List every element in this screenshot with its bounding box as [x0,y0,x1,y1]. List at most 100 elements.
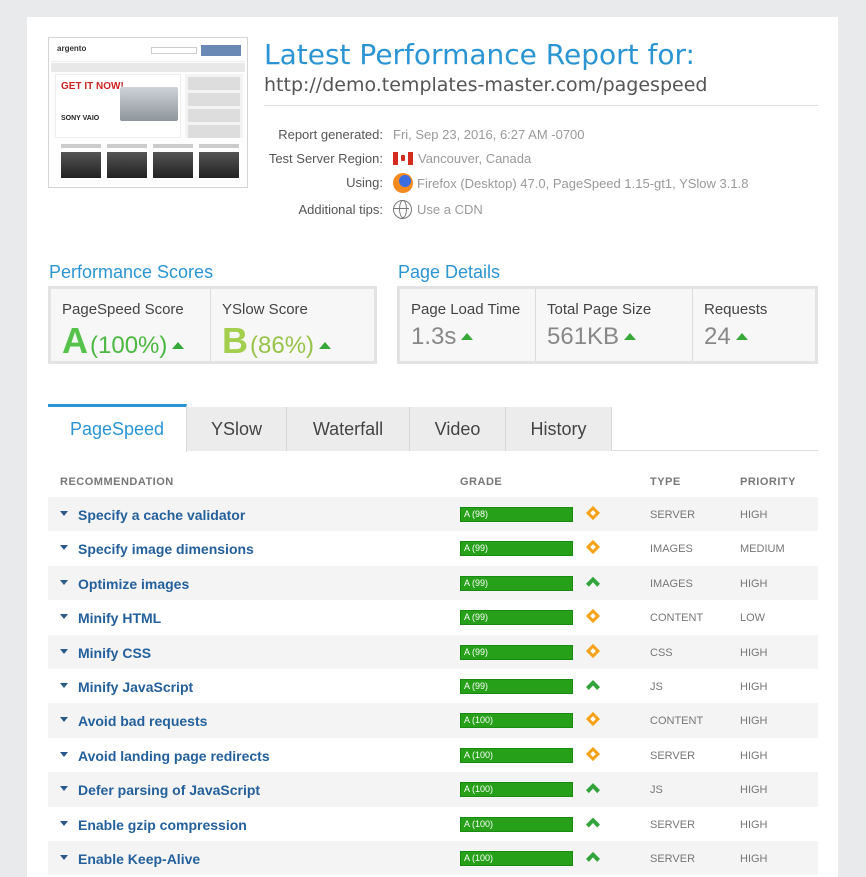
meta-additional-tips: Additional tips: Use a CDN [298,200,483,219]
expand-caret-icon[interactable] [60,648,68,654]
pagespeed-score: PageSpeed Score A (100%) [51,289,211,361]
up-arrow-icon [319,342,332,349]
recommendation-name[interactable]: Specify a cache validator [78,507,245,523]
expand-caret-icon[interactable] [60,820,68,826]
expand-caret-icon[interactable] [60,511,68,516]
thumbnail-brand-text: SONY VAIO [61,115,100,122]
warning-diamond-icon [585,609,601,624]
thumbnail-logo: argento [57,44,87,53]
recommendation-priority: HIGH [740,509,768,521]
recommendation-priority: HIGH [740,715,768,728]
requests: Requests 24 [693,289,815,361]
recommendation-name[interactable]: Enable Keep-Alive [78,851,200,867]
recommendation-type: JS [650,784,663,797]
grade-bar: A (99) [460,610,573,626]
recommendation-priority: HIGH [740,577,768,590]
header-recommendation[interactable]: RECOMMENDATION [60,476,174,488]
table-row[interactable]: Specify image dimensions A (99) IMAGES MEDI… [48,531,818,566]
up-arrow-icon [735,333,748,340]
up-arrow-icon [461,333,474,340]
recommendation-priority: HIGH [740,680,768,693]
expand-caret-icon[interactable] [60,545,68,551]
site-screenshot-thumbnail[interactable]: argento GET IT NOW! SONY VAIO [48,37,248,188]
cdn-tip-link[interactable]: Use a CDN [417,202,483,217]
up-chevron-icon [586,852,600,862]
tab-video[interactable]: Video [410,407,506,451]
recommendation-priority: HIGH [740,646,768,659]
table-row[interactable]: Enable Keep-Alive A (100) SERVER HIGH [48,840,818,876]
page-details-title: Page Details [398,262,501,282]
warning-diamond-icon [585,505,601,521]
grade-bar: A (100) [460,816,573,832]
tab-history[interactable]: History [506,407,612,451]
grade-bar: A (100) [460,713,573,729]
header-type[interactable]: TYPE [650,476,681,488]
firefox-icon [393,173,413,193]
recommendation-name[interactable]: Specify image dimensions [78,541,254,557]
expand-caret-icon[interactable] [60,786,68,792]
tab-yslow[interactable]: YSlow [187,407,287,451]
table-header: RECOMMENDATION GRADE TYPE PRIORITY [48,466,818,496]
expand-caret-icon[interactable] [60,717,68,723]
table-row[interactable]: Defer parsing of JavaScript A (100) JS HIGH [48,772,818,807]
thumbnail-banner-text: GET IT NOW! [61,81,124,92]
yslow-grade: B [222,320,248,361]
table-row[interactable]: Optimize images A (99) IMAGES HIGH [48,565,818,601]
performance-scores-title: Performance Scores [49,262,214,282]
recommendation-name[interactable]: Minify HTML [78,610,161,626]
meta-report-generated: Report generated: Fri, Sep 23, 2016, 6:2… [278,127,585,142]
grade-bar: A (100) [460,782,573,798]
expand-caret-icon[interactable] [60,682,68,688]
total-page-size: Total Page Size 561KB [536,289,693,361]
up-arrow-icon [624,333,637,340]
recommendation-name[interactable]: Enable gzip compression [78,817,247,833]
expand-caret-icon[interactable] [60,751,68,757]
grade-bar: A (100) [460,850,573,866]
grade-bar: A (99) [460,644,573,660]
warning-diamond-icon [585,643,601,658]
table-row[interactable]: Avoid bad requests A (100) CONTENT HIGH [48,703,818,738]
recommendation-type: JS [650,680,663,693]
tab-pagespeed[interactable]: PageSpeed [48,404,187,452]
recommendation-name[interactable]: Defer parsing of JavaScript [78,782,260,798]
recommendation-name[interactable]: Avoid bad requests [78,713,207,729]
recommendation-type: SERVER [650,509,696,521]
recommendation-type: SERVER [650,852,696,865]
canada-flag-icon [393,152,413,165]
meta-test-region: Test Server Region: Vancouver, Canada [268,151,532,166]
recommendation-type: IMAGES [650,543,693,556]
grade-bar: A (99) [460,575,573,591]
recommendation-name[interactable]: Avoid landing page redirects [78,748,270,764]
table-row[interactable]: Avoid landing page redirects A (100) SERVE… [48,737,818,773]
expand-caret-icon[interactable] [60,854,68,860]
report-tabs: PageSpeed YSlow Waterfall Video History [48,404,818,452]
up-chevron-icon [586,680,600,690]
expand-caret-icon[interactable] [60,614,68,620]
table-row[interactable]: Minify HTML A (99) CONTENT LOW [48,600,818,635]
yslow-score: YSlow Score B (86%) [211,289,374,361]
up-chevron-icon [586,577,600,587]
recommendation-priority: MEDIUM [740,543,785,556]
up-arrow-icon [172,342,185,349]
report-url: http://demo.templates-master.com/pagespe… [264,74,708,96]
recommendation-type: CSS [650,646,673,659]
tab-waterfall[interactable]: Waterfall [287,407,410,451]
expand-caret-icon[interactable] [60,579,68,585]
recommendation-name[interactable]: Minify CSS [78,645,151,661]
header-priority[interactable]: PRIORITY [740,476,796,488]
table-row[interactable]: Minify CSS A (99) CSS HIGH [48,634,818,669]
recommendation-list: Specify a cache validator A (98) SERVER HIG… [48,497,818,876]
recommendation-name[interactable]: Optimize images [78,576,189,592]
table-row[interactable]: Specify a cache validator A (98) SERVER HIG… [48,497,818,532]
recommendation-type: SERVER [650,749,696,762]
up-chevron-icon [586,818,600,828]
recommendation-type: IMAGES [650,577,693,590]
recommendation-name[interactable]: Minify JavaScript [78,679,193,695]
grade-bar: A (99) [460,541,573,557]
table-row[interactable]: Minify JavaScript A (99) JS HIGH [48,668,818,704]
recommendation-priority: HIGH [740,784,768,797]
header-grade[interactable]: GRADE [460,476,502,488]
recommendation-priority: LOW [740,612,766,625]
table-row[interactable]: Enable gzip compression A (100) SERVER HIGH [48,806,818,841]
recommendation-type: CONTENT [650,612,704,625]
